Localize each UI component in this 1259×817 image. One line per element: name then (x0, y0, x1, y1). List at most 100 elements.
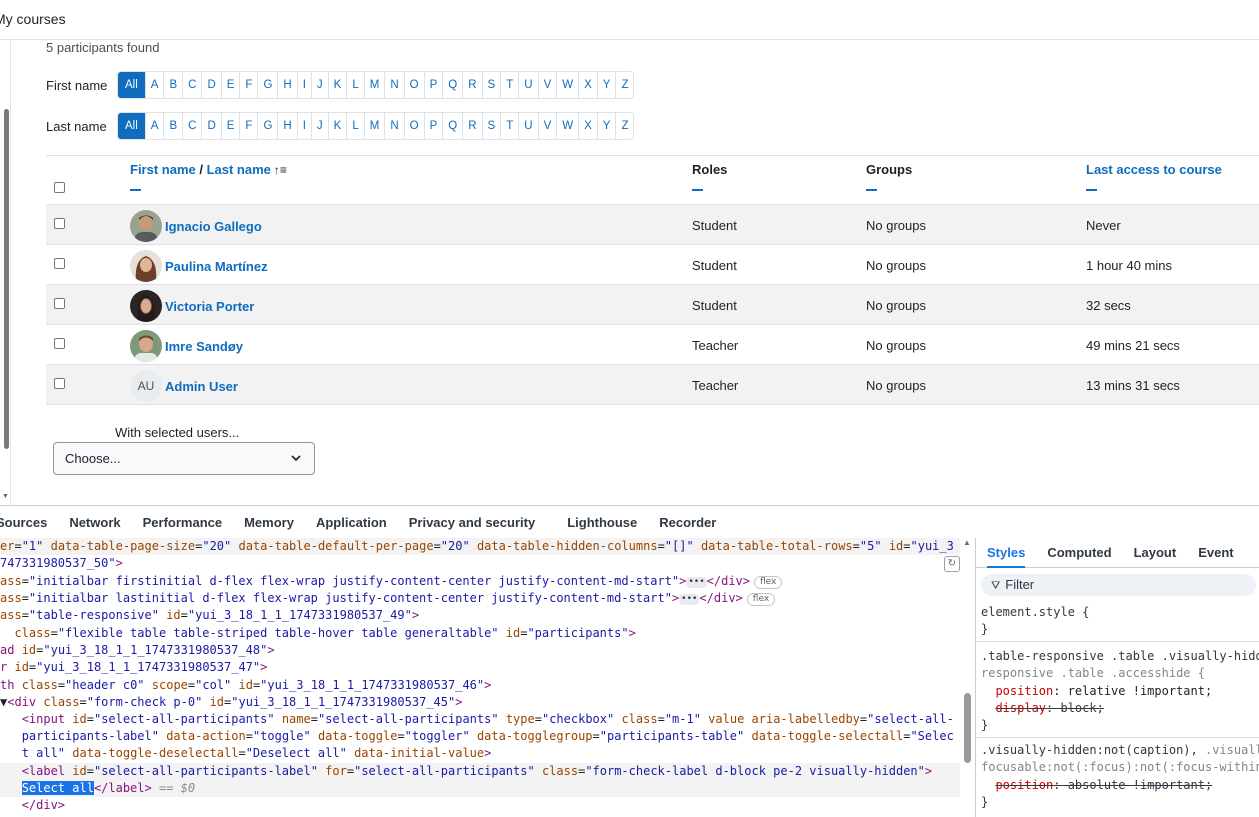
flex-badge[interactable]: flex (754, 576, 783, 589)
elements-scrollbar-thumb[interactable] (964, 693, 971, 763)
css-rule-not-caption[interactable]: .visually-hidden:not(caption), .visuall … (976, 742, 1259, 817)
first-initial-h[interactable]: H (277, 72, 296, 98)
dom-search-icon[interactable]: ↻ (944, 556, 960, 572)
tab-event-listeners[interactable]: Event List (1198, 538, 1248, 590)
tab-recorder[interactable]: Recorder (659, 515, 716, 530)
role-cell[interactable]: Student (692, 258, 737, 273)
first-initial-x[interactable]: X (578, 72, 597, 98)
dom-line[interactable]: class="flexible table table-striped tabl… (0, 625, 635, 642)
last-initial-c[interactable]: C (182, 113, 201, 139)
groups-cell[interactable]: No groups (866, 338, 926, 353)
first-initial-m[interactable]: M (363, 72, 385, 98)
first-initial-z[interactable]: Z (615, 72, 633, 98)
tab-privacy-security[interactable]: Privacy and security (409, 515, 535, 530)
last-initial-y[interactable]: Y (596, 113, 616, 139)
tab-computed[interactable]: Computed (1047, 538, 1111, 568)
css-rule-element-style[interactable]: element.style { } (976, 604, 1259, 642)
dom-line[interactable]: th class="header c0" scope="col" id="yui… (0, 677, 491, 694)
ellipsis-icon[interactable]: ••• (679, 594, 700, 605)
first-initial-e[interactable]: E (220, 72, 240, 98)
first-initial-q[interactable]: Q (442, 72, 462, 98)
dom-line[interactable]: er="1" data-table-page-size="20" data-ta… (0, 538, 960, 556)
user-profile-link[interactable]: Ignacio Gallego (165, 219, 262, 234)
elements-scrollbar[interactable]: ▲ ↻ (944, 538, 974, 817)
last-initial-all[interactable]: All (118, 113, 145, 139)
last-initial-v[interactable]: V (537, 113, 557, 139)
collapse-name-column-icon[interactable] (130, 189, 141, 191)
first-initial-c[interactable]: C (182, 72, 201, 98)
dom-line[interactable]: ass="table-responsive" id="yui_3_18_1_1_… (0, 607, 419, 624)
page-scrollbar-thumb[interactable] (4, 109, 9, 449)
tab-styles[interactable]: Styles (987, 538, 1026, 568)
first-initial-o[interactable]: O (403, 72, 424, 98)
collapse-roles-column-icon[interactable] (692, 189, 703, 191)
first-initial-l[interactable]: L (346, 72, 363, 98)
first-initial-b[interactable]: B (163, 72, 182, 98)
last-initial-h[interactable]: H (277, 113, 296, 139)
first-initial-d[interactable]: D (201, 72, 220, 98)
ellipsis-icon[interactable]: ••• (686, 577, 707, 588)
tab-application[interactable]: Application (316, 515, 387, 530)
last-initial-o[interactable]: O (403, 113, 424, 139)
first-initial-y[interactable]: Y (596, 72, 616, 98)
select-all-checkbox[interactable] (54, 182, 65, 193)
row-checkbox[interactable] (54, 258, 65, 269)
tab-memory[interactable]: Memory (244, 515, 294, 530)
row-checkbox[interactable] (54, 338, 65, 349)
dom-line[interactable]: ad id="yui_3_18_1_1_1747331980537_48"> (0, 642, 275, 659)
first-initial-i[interactable]: I (296, 72, 311, 98)
last-initial-l[interactable]: L (346, 113, 363, 139)
last-initial-s[interactable]: S (481, 113, 501, 139)
last-initial-z[interactable]: Z (615, 113, 633, 139)
tab-performance[interactable]: Performance (143, 515, 222, 530)
last-initial-x[interactable]: X (578, 113, 597, 139)
first-initial-s[interactable]: S (481, 72, 501, 98)
last-initial-w[interactable]: W (556, 113, 578, 139)
row-checkbox[interactable] (54, 298, 65, 309)
scroll-up-arrow-icon[interactable]: ▲ (963, 538, 971, 547)
collapse-groups-column-icon[interactable] (866, 189, 877, 191)
role-cell[interactable]: Student (692, 218, 737, 233)
last-initial-q[interactable]: Q (442, 113, 462, 139)
last-initial-r[interactable]: R (462, 113, 481, 139)
last-initial-p[interactable]: P (423, 113, 443, 139)
last-initial-f[interactable]: F (239, 113, 257, 139)
elements-dom-tree[interactable]: er="1" data-table-page-size="20" data-ta… (0, 538, 960, 817)
scroll-down-arrow-icon[interactable]: ▼ (2, 493, 9, 500)
collapse-last-access-column-icon[interactable] (1086, 189, 1097, 191)
first-initial-all[interactable]: All (118, 72, 145, 98)
dom-line[interactable]: <input id="select-all-participants" name… (0, 711, 954, 728)
user-profile-link[interactable]: Victoria Porter (165, 299, 254, 314)
selected-text-node[interactable]: Select all (21, 781, 94, 795)
dom-line[interactable]: 747331980537_50"> (0, 555, 123, 572)
role-cell[interactable]: Teacher (692, 378, 738, 393)
last-initial-m[interactable]: M (363, 113, 385, 139)
last-initial-j[interactable]: J (310, 113, 328, 139)
groups-cell[interactable]: No groups (866, 218, 926, 233)
last-initial-i[interactable]: I (296, 113, 311, 139)
row-checkbox[interactable] (54, 378, 65, 389)
role-cell[interactable]: Student (692, 298, 737, 313)
last-initial-a[interactable]: A (144, 113, 164, 139)
first-initial-j[interactable]: J (310, 72, 328, 98)
groups-cell[interactable]: No groups (866, 378, 926, 393)
sort-first-name-link[interactable]: First name (130, 162, 196, 177)
groups-cell[interactable]: No groups (866, 298, 926, 313)
last-initial-u[interactable]: U (518, 113, 537, 139)
dom-line-selected[interactable]: <label id="select-all-participants-label… (0, 763, 960, 781)
first-initial-f[interactable]: F (239, 72, 257, 98)
role-cell[interactable]: Teacher (692, 338, 738, 353)
groups-cell[interactable]: No groups (866, 258, 926, 273)
first-initial-g[interactable]: G (257, 72, 277, 98)
first-initial-v[interactable]: V (537, 72, 557, 98)
row-checkbox[interactable] (54, 218, 65, 229)
tab-lighthouse[interactable]: Lighthouse (567, 515, 637, 530)
user-profile-link[interactable]: Paulina Martínez (165, 259, 268, 274)
dom-line-selected[interactable]: Select all</label> == $0 (0, 780, 960, 798)
dom-line[interactable]: ▼<div class="form-check p-0" id="yui_3_1… (0, 694, 462, 711)
last-initial-t[interactable]: T (500, 113, 518, 139)
first-initial-n[interactable]: N (384, 72, 403, 98)
dom-line[interactable]: participants-label" data-action="toggle"… (0, 728, 954, 745)
flex-badge[interactable]: flex (746, 593, 776, 606)
user-profile-link[interactable]: Imre Sandøy (165, 339, 243, 354)
